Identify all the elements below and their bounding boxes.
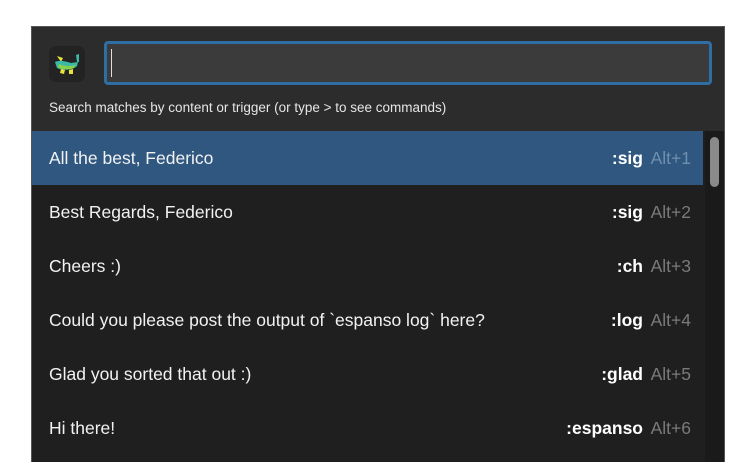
item-shortcut: Alt+5 (650, 363, 691, 384)
item-trigger: :sig (611, 201, 643, 222)
search-header: Search matches by content or trigger (or… (32, 27, 724, 131)
item-shortcut: Alt+6 (650, 417, 691, 438)
list-item[interactable]: Glad you sorted that out :) :glad Alt+5 (32, 347, 703, 401)
list-item[interactable]: Cheers :) :ch Alt+3 (32, 239, 703, 293)
search-window: Search matches by content or trigger (or… (31, 26, 725, 462)
scrollbar-thumb[interactable] (710, 137, 719, 187)
item-label: Glad you sorted that out :) (49, 363, 252, 384)
list-item[interactable]: Hi there! :espanso Alt+6 (32, 401, 703, 455)
list-item[interactable]: All the best, Federico :sig Alt+1 (32, 131, 703, 185)
item-trigger: :glad (601, 363, 643, 384)
item-label: Could you please post the output of `esp… (49, 309, 485, 330)
item-trigger: :ch (616, 255, 643, 276)
item-shortcut: Alt+3 (650, 255, 691, 276)
list-item[interactable]: Could you please post the output of `esp… (32, 293, 703, 347)
item-label: Hi there! (49, 417, 116, 438)
item-trigger: :sig (611, 147, 643, 168)
item-trigger: :espanso (566, 417, 643, 438)
match-list: All the best, Federico :sig Alt+1 Best R… (32, 131, 705, 462)
item-label: Cheers :) (49, 255, 121, 276)
list-item[interactable]: Best Regards, Federico :sig Alt+2 (32, 185, 703, 239)
item-label: Best Regards, Federico (49, 201, 233, 222)
scrollbar[interactable] (705, 131, 724, 462)
espanso-logo-icon (49, 46, 85, 82)
search-input[interactable] (104, 41, 712, 85)
item-shortcut: Alt+2 (650, 201, 691, 222)
item-shortcut: Alt+1 (650, 147, 691, 168)
text-cursor (111, 49, 112, 77)
search-hint: Search matches by content or trigger (or… (49, 100, 447, 115)
item-trigger: :log (610, 309, 643, 330)
item-shortcut: Alt+4 (650, 309, 691, 330)
item-label: All the best, Federico (49, 147, 214, 168)
